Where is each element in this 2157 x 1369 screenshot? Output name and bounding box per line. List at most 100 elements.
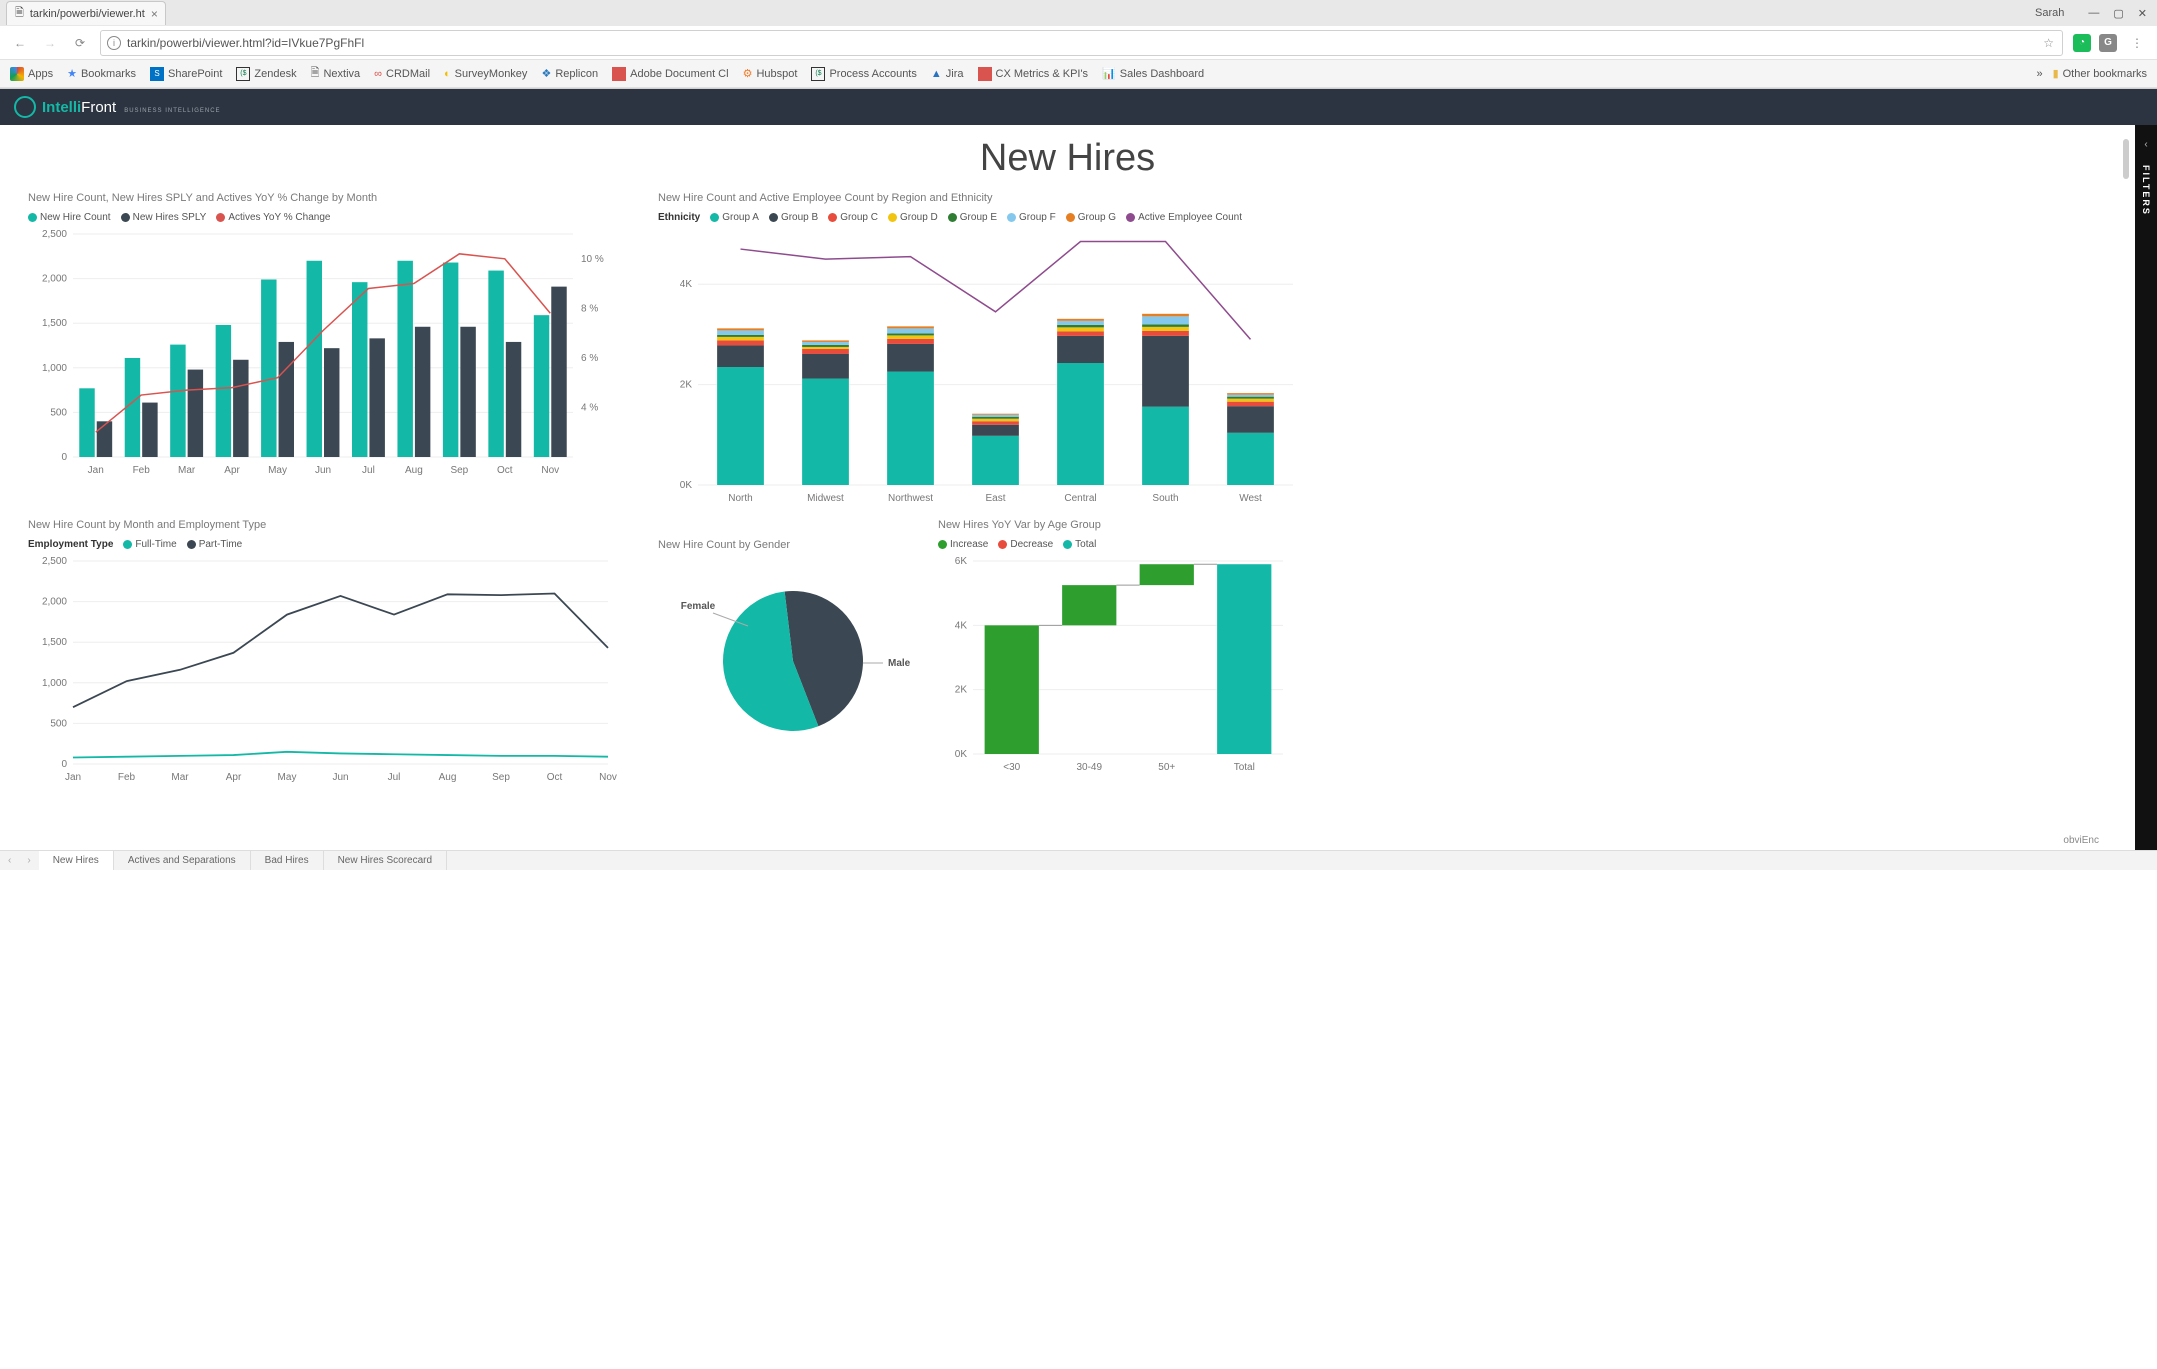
svg-text:2,500: 2,500	[42, 556, 67, 567]
svg-text:6K: 6K	[955, 556, 968, 567]
svg-text:1,500: 1,500	[42, 637, 67, 648]
bookmark-item[interactable]: ◐SurveyMonkey	[444, 68, 527, 80]
viz-title: New Hire Count, New Hires SPLY and Activ…	[28, 192, 628, 204]
bookmark-item[interactable]: 🗎Nextiva	[311, 64, 361, 83]
svg-text:Female: Female	[681, 601, 716, 612]
bookmark-item[interactable]: SSharePoint	[150, 67, 222, 81]
svg-text:Northwest: Northwest	[888, 493, 933, 504]
reload-button[interactable]: ⟳	[70, 33, 90, 53]
bookmark-overflow[interactable]: »	[2036, 68, 2042, 80]
svg-text:Jun: Jun	[315, 465, 331, 476]
viz-gender[interactable]: New Hire Count by Gender Female Male	[658, 519, 918, 786]
minimize-icon[interactable]: —	[2088, 7, 2099, 19]
bookmark-item[interactable]: ($Process Accounts	[811, 67, 916, 81]
viz-title: New Hires YoY Var by Age Group	[938, 519, 1298, 531]
filters-panel[interactable]: ‹ FILTERS	[2135, 125, 2157, 850]
extension-icon[interactable]: ◔	[2073, 34, 2091, 52]
extension-icon[interactable]: G	[2099, 34, 2117, 52]
svg-text:Sep: Sep	[492, 772, 510, 783]
chrome-user[interactable]: Sarah	[2035, 7, 2064, 19]
report-canvas: New Hires New Hire Count, New Hires SPLY…	[0, 125, 2135, 850]
close-window-icon[interactable]: ✕	[2138, 7, 2147, 20]
svg-text:4K: 4K	[680, 279, 693, 290]
svg-text:Jan: Jan	[88, 465, 104, 476]
page-title: New Hires	[28, 137, 2107, 180]
legend: New Hire Count New Hires SPLY Actives Yo…	[28, 212, 628, 223]
svg-text:May: May	[268, 465, 287, 476]
watermark: obviEnc	[2063, 835, 2099, 846]
svg-text:0: 0	[61, 452, 67, 463]
svg-text:Oct: Oct	[497, 465, 513, 476]
maximize-icon[interactable]: ▢	[2113, 7, 2123, 20]
apps-button[interactable]: Apps	[10, 67, 53, 81]
back-button[interactable]: ←	[10, 33, 30, 53]
svg-text:Midwest: Midwest	[807, 493, 844, 504]
app-logo[interactable]: IntelliFront BUSINESS INTELLIGENCE	[14, 96, 219, 118]
bookmark-item[interactable]: Adobe Document Cl	[612, 67, 728, 81]
svg-text:Mar: Mar	[178, 465, 196, 476]
chart-svg: 0K2K4K6K<3030-4950+Total	[938, 556, 1288, 776]
sheet-tab[interactable]: Actives and Separations	[114, 851, 251, 870]
svg-text:Mar: Mar	[171, 772, 189, 783]
bookmark-item[interactable]: ($Zendesk	[236, 67, 296, 81]
viz-waterfall[interactable]: New Hires YoY Var by Age Group Increase …	[938, 519, 1298, 786]
chevron-left-icon[interactable]: ‹	[2144, 139, 2147, 150]
chrome-menu-icon[interactable]: ⋮	[2127, 33, 2147, 53]
legend: Increase Decrease Total	[938, 539, 1298, 550]
viz-emptype[interactable]: New Hire Count by Month and Employment T…	[28, 519, 628, 786]
svg-text:Apr: Apr	[226, 772, 242, 783]
viz-combo[interactable]: New Hire Count, New Hires SPLY and Activ…	[28, 192, 628, 509]
close-tab-icon[interactable]: ×	[151, 7, 158, 21]
sheet-tab[interactable]: New Hires Scorecard	[324, 851, 447, 870]
other-bookmarks[interactable]: ▮Other bookmarks	[2053, 67, 2147, 80]
svg-text:50+: 50+	[1158, 762, 1175, 773]
bookmark-item[interactable]: ★Bookmarks	[67, 67, 136, 80]
svg-text:30-49: 30-49	[1076, 762, 1102, 773]
svg-text:Jan: Jan	[65, 772, 81, 783]
svg-text:East: East	[985, 493, 1005, 504]
bookmark-item[interactable]: 📊Sales Dashboard	[1102, 67, 1204, 80]
bookmark-item[interactable]: ▲Jira	[931, 68, 964, 80]
sheet-prev-icon[interactable]: ‹	[0, 855, 19, 866]
bookmark-item[interactable]: ⚙Hubspot	[743, 67, 798, 80]
chart-svg: 05001,0001,5002,0002,5004 %6 %8 %10 %Jan…	[28, 229, 618, 479]
svg-text:Aug: Aug	[439, 772, 457, 783]
svg-text:Nov: Nov	[541, 465, 559, 476]
scrollbar[interactable]	[2123, 139, 2129, 179]
svg-text:Total: Total	[1234, 762, 1255, 773]
svg-text:4K: 4K	[955, 620, 968, 631]
svg-text:Feb: Feb	[118, 772, 136, 783]
svg-text:Nov: Nov	[599, 772, 617, 783]
sheet-tab[interactable]: New Hires	[39, 851, 114, 870]
forward-button: →	[40, 33, 60, 53]
bookmark-item[interactable]: ∞CRDMail	[374, 68, 430, 80]
viz-title: New Hire Count and Active Employee Count…	[658, 192, 1298, 204]
svg-text:Aug: Aug	[405, 465, 423, 476]
sheet-tab[interactable]: Bad Hires	[251, 851, 324, 870]
site-info-icon[interactable]: i	[107, 36, 121, 50]
tab-title: tarkin/powerbi/viewer.ht	[30, 8, 145, 20]
viz-stacked[interactable]: New Hire Count and Active Employee Count…	[658, 192, 1298, 509]
svg-text:Jul: Jul	[362, 465, 375, 476]
svg-text:Jun: Jun	[332, 772, 348, 783]
svg-text:Sep: Sep	[450, 465, 468, 476]
bookmark-item[interactable]: CX Metrics & KPI's	[978, 67, 1089, 81]
viz-title: New Hire Count by Gender	[658, 539, 918, 551]
svg-text:Central: Central	[1064, 493, 1096, 504]
url-input[interactable]: i tarkin/powerbi/viewer.html?id=IVkue7Pg…	[100, 30, 2063, 56]
bookmark-star-icon[interactable]: ☆	[2043, 36, 2054, 50]
app-header: IntelliFront BUSINESS INTELLIGENCE	[0, 89, 2157, 125]
file-icon: 🗎	[15, 4, 24, 23]
svg-text:1,000: 1,000	[42, 363, 67, 374]
logo-mark-icon	[14, 96, 36, 118]
browser-tab[interactable]: 🗎 tarkin/powerbi/viewer.ht ×	[6, 1, 166, 25]
sheet-tabs: ‹ › New Hires Actives and Separations Ba…	[0, 850, 2157, 870]
bookmark-item[interactable]: ❖Replicon	[541, 67, 598, 80]
svg-text:West: West	[1239, 493, 1262, 504]
filters-label: FILTERS	[2141, 165, 2151, 216]
sheet-next-icon[interactable]: ›	[19, 855, 38, 866]
svg-text:Male: Male	[888, 658, 911, 669]
svg-text:2K: 2K	[680, 380, 693, 391]
url-text: tarkin/powerbi/viewer.html?id=IVkue7PgFh…	[127, 36, 364, 50]
chart-svg: 0K2K4KNorthMidwestNorthwestEastCentralSo…	[658, 229, 1298, 509]
